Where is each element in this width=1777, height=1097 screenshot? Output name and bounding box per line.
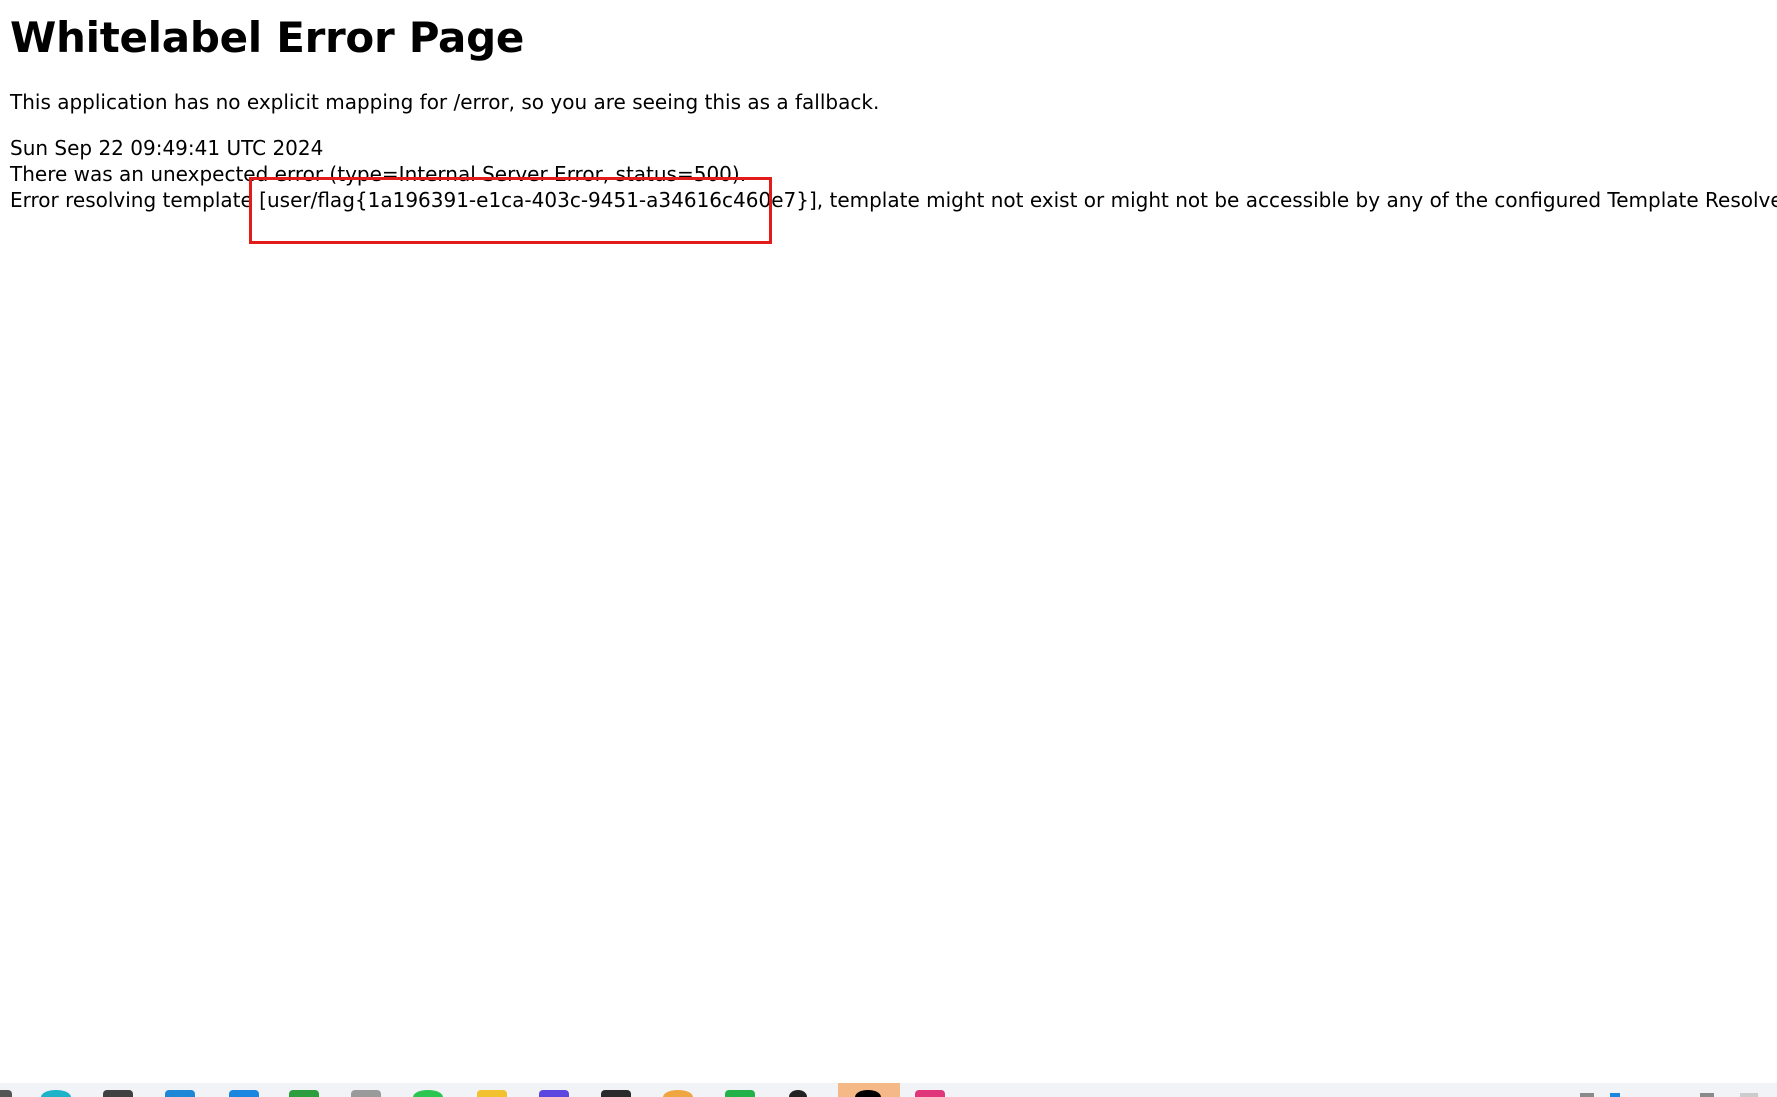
terminal-icon[interactable] xyxy=(601,1090,631,1097)
fallback-explanation: This application has no explicit mapping… xyxy=(10,90,880,114)
orange-app-icon[interactable] xyxy=(663,1090,693,1097)
chat-app-icon[interactable] xyxy=(725,1090,755,1097)
qq-icon-active[interactable] xyxy=(855,1090,881,1097)
github-icon[interactable] xyxy=(789,1090,807,1097)
app-icon-partial[interactable] xyxy=(0,1090,12,1097)
tray-notification-icon[interactable] xyxy=(1740,1093,1758,1097)
pink-app-icon[interactable] xyxy=(915,1090,945,1097)
taskbar xyxy=(0,1083,1777,1097)
purple-app-icon[interactable] xyxy=(539,1090,569,1097)
wechat-icon[interactable] xyxy=(413,1090,443,1097)
vscode-icon[interactable] xyxy=(165,1090,195,1097)
page-title: Whitelabel Error Page xyxy=(10,13,525,62)
file-manager-icon[interactable] xyxy=(103,1090,133,1097)
tray-volume-icon[interactable] xyxy=(1700,1093,1714,1097)
error-timestamp: Sun Sep 22 09:49:41 UTC 2024 xyxy=(10,136,324,160)
yellow-app-icon[interactable] xyxy=(477,1090,507,1097)
edge-browser-icon[interactable] xyxy=(41,1090,71,1097)
red-highlight-annotation xyxy=(249,177,772,244)
gray-app-icon[interactable] xyxy=(351,1090,381,1097)
tray-chevron-icon[interactable] xyxy=(1580,1093,1594,1097)
tray-network-icon[interactable] xyxy=(1610,1093,1620,1097)
green-app-icon[interactable] xyxy=(289,1090,319,1097)
blue-app-icon[interactable] xyxy=(229,1090,259,1097)
